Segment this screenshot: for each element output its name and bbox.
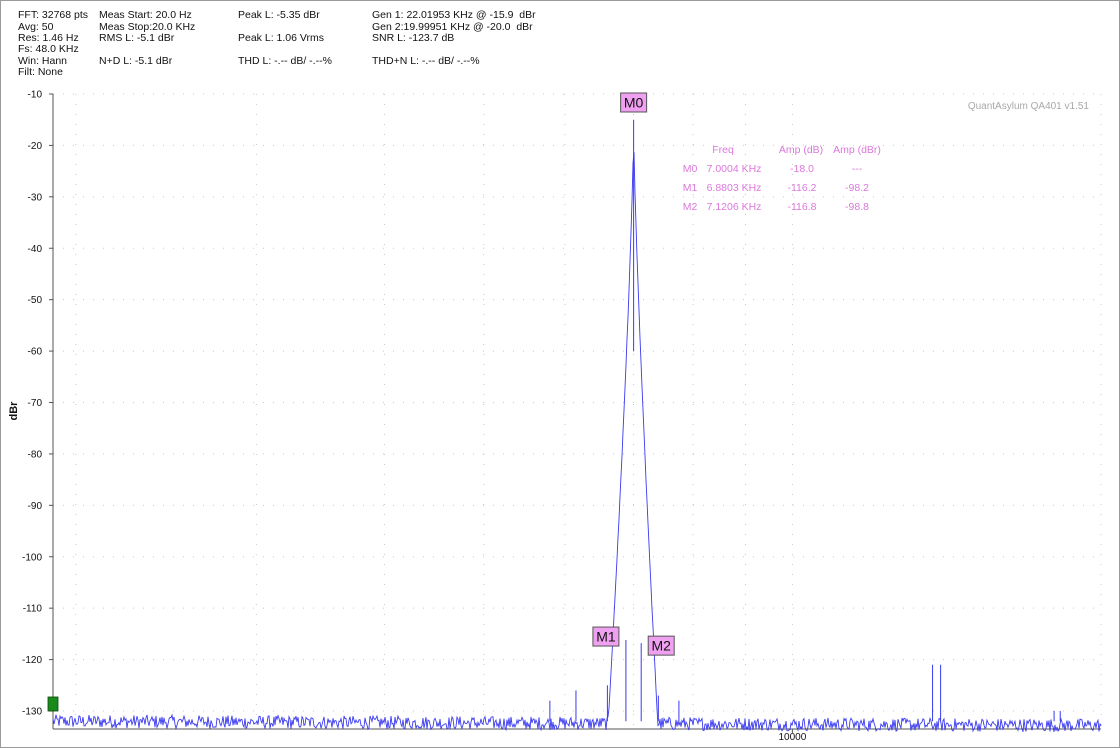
marker-table-freq: 7.0004 KHz	[707, 163, 762, 175]
marker-table-header: Freq	[712, 144, 734, 156]
marker-table-amp-db: -116.8	[788, 201, 817, 213]
x-tick-label: 10000	[778, 732, 806, 743]
watermark-text: QuantAsylum QA401 v1.51	[968, 101, 1090, 112]
grid	[53, 93, 1102, 729]
marker-m1[interactable]: M1	[592, 626, 620, 647]
marker-table-freq: 7.1206 KHz	[707, 201, 762, 213]
y-tick-label: -120	[22, 655, 42, 666]
marker-table-freq: 6.8803 KHz	[707, 182, 762, 194]
marker-table-name: M1	[683, 182, 698, 194]
y-tick-label: -60	[28, 347, 43, 358]
marker-table-amp-dbr: ---	[852, 163, 863, 175]
y-tick-label: -130	[22, 707, 42, 718]
marker-label: M2	[651, 638, 671, 654]
y-tick-label: -110	[23, 604, 43, 615]
y-tick-label: -40	[28, 244, 43, 255]
marker-table-amp-db: -116.2	[788, 182, 817, 194]
marker-table-amp-dbr: -98.2	[845, 182, 869, 194]
axes	[52, 94, 1101, 730]
y-tick-label: -90	[28, 501, 43, 512]
y-axis-label: dBr	[8, 401, 20, 421]
marker-table-name: M0	[683, 163, 698, 175]
marker-table-name: M2	[683, 201, 698, 213]
reference-level-handle[interactable]	[47, 696, 59, 712]
y-tick-label: -10	[28, 90, 43, 101]
marker-m2[interactable]: M2	[647, 635, 675, 656]
x-tick-labels: 10000	[778, 729, 807, 743]
y-tick-label: -30	[28, 192, 43, 203]
marker-m0[interactable]: M0	[620, 92, 648, 113]
marker-table: Freq Amp (dB) Amp (dBr) M0 7.0004 KHz -18.0 --…	[683, 144, 881, 213]
marker-table-amp-db: -18.0	[790, 163, 814, 175]
spectrum-trace	[52, 152, 1102, 733]
marker-table-header: Amp (dB)	[779, 144, 823, 156]
y-tick-labels: -10 -20 -30 -40 -50 -60 -70 -80 -90 -100 -110 -120 -…	[22, 90, 53, 718]
analyzer-window: FFT: 32768 pts Avg: 50 Res: 1.46 Hz Fs: …	[0, 0, 1120, 748]
spectrum-plot[interactable]: -10 -20 -30 -40 -50 -60 -70 -80 -90 -100 -110 -120 -…	[1, 1, 1119, 747]
y-tick-label: -20	[28, 141, 43, 152]
y-tick-label: -70	[28, 398, 43, 409]
marker-table-header: Amp (dBr)	[833, 144, 881, 156]
marker-label: M0	[624, 94, 644, 110]
y-tick-label: -80	[28, 449, 43, 460]
y-tick-label: -100	[22, 552, 42, 563]
marker-label: M1	[596, 629, 616, 645]
y-tick-label: -50	[28, 295, 43, 306]
marker-table-amp-dbr: -98.8	[845, 201, 869, 213]
